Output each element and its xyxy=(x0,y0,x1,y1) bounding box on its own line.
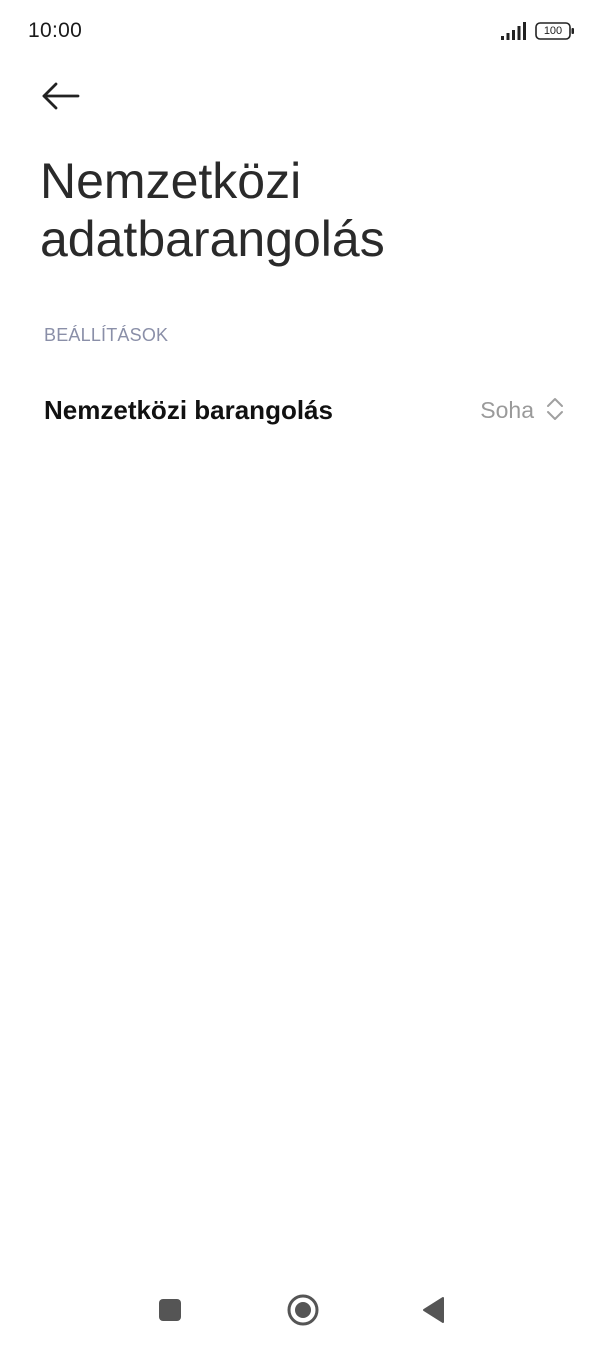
section-header: BEÁLLÍTÁSOK xyxy=(44,325,169,345)
up-down-chevron-icon xyxy=(547,398,563,420)
page-title-line1: Nemzetközi xyxy=(40,153,302,209)
home-button[interactable] xyxy=(281,1288,325,1332)
back-button[interactable] xyxy=(30,72,94,120)
international-roaming-setting[interactable]: Nemzetközi barangolás Soha xyxy=(0,370,606,450)
navigation-bar xyxy=(0,1270,606,1348)
arrow-left-icon xyxy=(42,82,80,110)
recents-button[interactable] xyxy=(148,1288,192,1332)
page-title: Nemzetközi adatbarangolás xyxy=(40,152,580,268)
page-title-line2: adatbarangolás xyxy=(40,211,385,267)
status-bar: 10:00 100 xyxy=(0,0,606,60)
signal-icon xyxy=(501,22,526,40)
setting-label: Nemzetközi barangolás xyxy=(44,395,333,425)
battery-level: 100 xyxy=(543,25,563,37)
status-time: 10:00 xyxy=(28,19,83,42)
back-triangle-icon xyxy=(423,1297,444,1323)
setting-value: Soha xyxy=(480,397,534,423)
recents-square-icon xyxy=(159,1299,181,1321)
home-circle-icon xyxy=(287,1294,319,1326)
nav-back-button[interactable] xyxy=(412,1288,456,1332)
